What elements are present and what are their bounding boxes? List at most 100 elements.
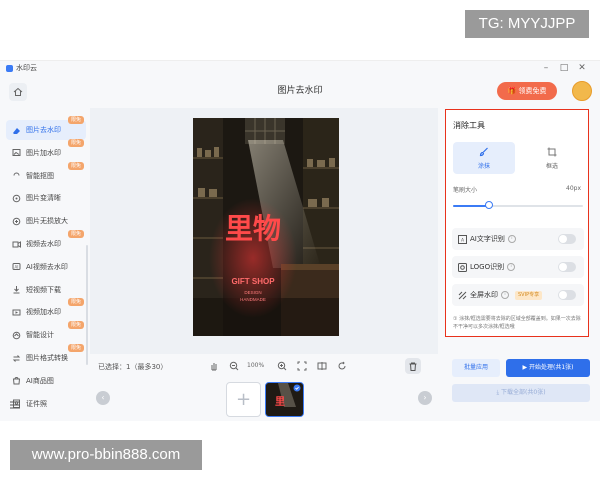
selected-count: 已选择：1（最多30）	[98, 363, 168, 371]
free-badge: 限免	[68, 344, 85, 352]
product-icon	[12, 376, 21, 385]
fullscreen-watermark-icon	[458, 291, 467, 299]
help-icon[interactable]: i	[501, 291, 509, 299]
brush-tool-tab[interactable]: 涂抹	[453, 142, 515, 174]
free-badge: 限免	[68, 230, 85, 238]
option-toggle[interactable]	[558, 262, 576, 272]
erase-tools-panel: 消除工具 涂抹 框选 笔刷大小 40px A AI文字识别 i LOGO识别 i 全屏水印…	[445, 109, 589, 337]
sidebar-scrollbar[interactable]	[86, 245, 88, 365]
sidebar-item-label: 智能抠图	[26, 171, 54, 180]
sidebar-item-label: 图片变清晰	[26, 194, 61, 203]
crop-icon	[547, 147, 557, 156]
watermark-overlay-top: TG: MYYJJPP	[465, 10, 589, 38]
eraser-icon	[12, 126, 21, 135]
box-tool-tab[interactable]: 框选	[521, 142, 583, 174]
download-video-icon	[12, 285, 21, 294]
watermark-overlay-bottom: www.pro-bbin888.com	[10, 440, 202, 470]
help-icon[interactable]: i	[507, 263, 516, 271]
brush-tool-label: 涂抹	[477, 162, 490, 170]
image-stamp-icon	[12, 148, 21, 157]
video-eraser-icon	[12, 240, 21, 249]
app-label: 水印云	[6, 61, 37, 75]
avatar[interactable]	[572, 81, 592, 101]
sidebar-item-label: 智能设计	[26, 331, 54, 340]
free-badge: 限免	[68, 321, 85, 330]
zoom-out-icon[interactable]	[228, 360, 240, 372]
zoom-image-icon	[12, 217, 21, 226]
option-label: LOGO识别	[470, 263, 505, 271]
sidebar-item-label: 视频去水印	[26, 240, 61, 248]
sidebar-item-7[interactable]: 短视频下载	[6, 280, 86, 300]
sidebar-item-5[interactable]: 视频去水印 限免	[6, 230, 86, 254]
option-toggle[interactable]	[558, 234, 576, 244]
prev-arrow-icon[interactable]: ‹	[96, 391, 110, 405]
add-image-button[interactable]: +	[226, 382, 261, 417]
next-arrow-icon[interactable]: ›	[418, 391, 432, 405]
option-toggle[interactable]	[558, 290, 576, 300]
start-process-button[interactable]: ▶ 开始处理(共1张)	[506, 359, 590, 377]
sidebar-item-4[interactable]: 图片无损放大	[6, 211, 86, 231]
box-tool-label: 框选	[545, 162, 558, 170]
cutout-icon	[12, 171, 21, 180]
enhance-icon	[12, 194, 21, 203]
free-badge: 限免	[68, 298, 85, 307]
help-icon[interactable]: i	[507, 235, 516, 243]
option-row-2: 全屏水印 i SVIP专享	[452, 284, 584, 306]
minimize-icon[interactable]: –	[540, 61, 552, 75]
zoom-in-icon[interactable]	[276, 360, 288, 372]
video-stamp-icon	[12, 308, 21, 317]
convert-icon	[12, 354, 21, 363]
ai-video-icon: AI	[12, 262, 21, 271]
sidebar-item-1[interactable]: 图片加水印 限免	[6, 138, 86, 163]
vip-button[interactable]: 🎁 领费免费	[497, 82, 557, 100]
sidebar-item-6[interactable]: AI AI视频去水印	[6, 257, 86, 277]
sidebar-item-0[interactable]: 图片去水印 限免	[6, 116, 86, 140]
brush-size-handle[interactable]	[485, 201, 494, 209]
maximize-icon[interactable]: □	[558, 61, 570, 75]
sidebar-item-10[interactable]: 图片格式转换 限免	[6, 344, 86, 368]
brush-icon	[479, 147, 488, 156]
option-row-1: LOGO识别 i	[452, 256, 584, 278]
zoom-level: 100%	[247, 362, 265, 369]
app-name: 水印云	[16, 64, 37, 72]
free-badge: 限免	[68, 138, 85, 147]
batch-apply-button[interactable]: 批量应用	[452, 359, 500, 377]
download-all-label: 下载全部(共0张)	[501, 389, 546, 396]
title-bar: 水印云 – □ ✕	[0, 61, 600, 75]
sidebar-item-label: 短视频下载	[26, 285, 61, 294]
trash-icon	[409, 362, 417, 371]
sidebar-item-11[interactable]: AI商品图	[6, 371, 86, 391]
sidebar: 图片去水印 限免 图片加水印 限免 智能抠图 限免 图片变清晰 图片无损放大 视频去水印 限免 AI…	[0, 108, 90, 420]
close-icon[interactable]: ✕	[576, 61, 588, 75]
sidebar-item-label: AI视频去水印	[26, 262, 68, 271]
sidebar-item-3[interactable]: 图片变清晰	[6, 188, 86, 208]
thumbnail-strip: ‹ + 里 ›	[90, 380, 438, 418]
menu-button[interactable]	[10, 394, 20, 413]
sidebar-item-label: 图片加水印	[26, 148, 61, 157]
preview-image[interactable]: 里物 GIFT SHOP DESIGN HANDMADE	[193, 118, 339, 336]
delete-button[interactable]	[405, 358, 421, 374]
thumbnail-image[interactable]: 里	[265, 382, 304, 417]
sidebar-item-label: 证件照	[26, 399, 47, 408]
hand-icon[interactable]	[208, 360, 220, 372]
svip-tag: SVIP专享	[515, 290, 543, 300]
sidebar-item-8[interactable]: 视频加水印 限免	[6, 298, 86, 322]
brush-size-slider[interactable]	[453, 201, 583, 209]
sidebar-item-9[interactable]: 智能设计 限免	[6, 321, 86, 345]
free-badge: 限免	[68, 116, 85, 124]
panel-title: 消除工具	[453, 121, 485, 130]
brush-size-fill	[453, 205, 490, 207]
compare-icon[interactable]	[316, 360, 328, 372]
ai-text-icon: A	[458, 234, 467, 244]
reset-icon[interactable]	[336, 360, 348, 372]
brush-size-label: 笔刷大小	[453, 187, 478, 194]
shop-subtext-2: HANDMADE	[240, 297, 266, 302]
svg-text:A: A	[461, 237, 465, 243]
sidebar-item-2[interactable]: 智能抠图 限免	[6, 161, 86, 186]
option-row-0: A AI文字识别 i	[452, 228, 584, 250]
svg-text:AI: AI	[15, 265, 19, 270]
shop-photo: 里物 GIFT SHOP DESIGN HANDMADE	[193, 118, 339, 336]
sign-text: 里物	[225, 212, 281, 245]
fit-screen-icon[interactable]	[296, 360, 308, 372]
download-all-button[interactable]: ⤓ 下载全部(共0张)	[452, 384, 590, 402]
